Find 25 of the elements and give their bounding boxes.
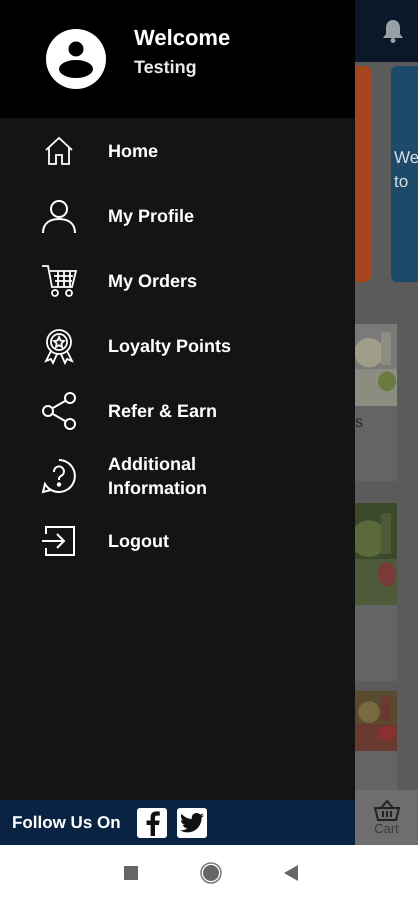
- bird-logo-icon: [180, 812, 204, 832]
- banner-text: We: [394, 146, 418, 169]
- menu-item[interactable]: My Profile: [0, 183, 355, 248]
- question-icon: [40, 456, 78, 494]
- home-icon[interactable]: [200, 862, 222, 884]
- back-icon[interactable]: [284, 864, 298, 880]
- menu-item[interactable]: Refer & Earn: [0, 378, 355, 443]
- menu-item[interactable]: Home: [0, 118, 355, 183]
- facebook-button[interactable]: [136, 808, 167, 838]
- menu-item[interactable]: Additional Information: [0, 443, 355, 508]
- cart-icon: [40, 262, 78, 298]
- menu-item[interactable]: Logout: [0, 508, 355, 573]
- user-name: Testing: [134, 56, 198, 78]
- menu-item[interactable]: Loyalty Points: [0, 313, 355, 378]
- logout-icon: [40, 524, 78, 558]
- share-icon: [40, 390, 78, 430]
- product-name: s: [355, 414, 364, 432]
- avatar-icon: [46, 29, 106, 89]
- menu-item[interactable]: My Orders: [0, 248, 355, 313]
- twitter-button[interactable]: [176, 808, 207, 838]
- recents-icon[interactable]: [124, 866, 138, 880]
- bell-icon[interactable]: [382, 18, 404, 43]
- welcome-title: Welcome: [134, 24, 230, 50]
- banner-text: to: [394, 170, 410, 193]
- follow-label: Follow Us On: [12, 812, 121, 832]
